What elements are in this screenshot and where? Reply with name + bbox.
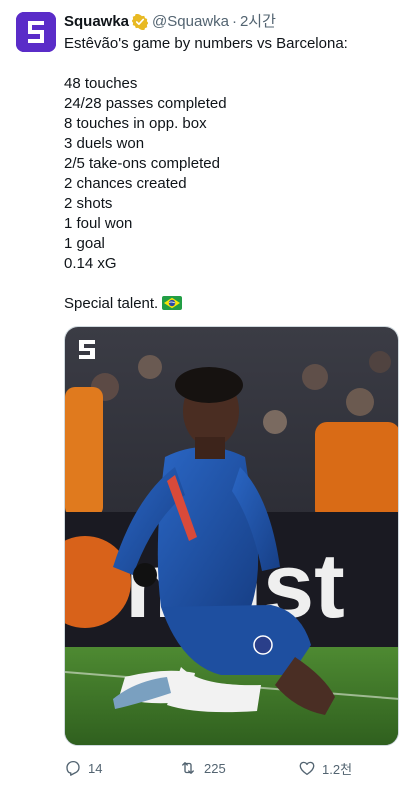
closing-text: Special talent. [64, 295, 159, 312]
tweet-line: 48 touches [64, 75, 138, 92]
separator: · [231, 13, 237, 30]
tweet-header: Squawka @Squawka · 2시간 [64, 12, 276, 32]
verified-badge-icon[interactable] [132, 14, 149, 30]
tweet-line: 2 chances created [64, 175, 187, 192]
avatar[interactable] [16, 12, 56, 52]
reply-button[interactable]: 14 [64, 758, 102, 778]
tweet[interactable]: Squawka @Squawka · 2시간 Estêvão's game by… [0, 0, 406, 790]
tweet-line: 3 duels won [64, 135, 145, 152]
repost-button[interactable]: 225 [178, 758, 226, 778]
tweet-line: 0.14 xG [64, 255, 117, 272]
action-bar: 14 225 1.2천 [64, 758, 394, 778]
like-button[interactable]: 1.2천 [298, 758, 352, 778]
repost-count: 225 [204, 760, 226, 776]
tweet-text: Estêvão's game by numbers vs Barcelona: … [64, 34, 394, 314]
squawka-logo-icon [16, 12, 56, 52]
player-celebration-photo: must [65, 327, 398, 745]
tweet-line: 24/28 passes completed [64, 95, 227, 112]
tweet-line: 1 foul won [64, 215, 133, 232]
tweet-media[interactable]: must [64, 326, 399, 746]
tweet-line: 1 goal [64, 235, 105, 252]
tweet-line: 2 shots [64, 195, 113, 212]
display-name[interactable]: Squawka [64, 12, 129, 32]
tweet-line: Estêvão's game by numbers vs Barcelona: [64, 35, 348, 52]
brazil-flag-icon [162, 296, 183, 316]
handle[interactable]: @Squawka [152, 12, 229, 32]
tweet-line-closing: Special talent. [64, 294, 394, 314]
reply-icon [66, 760, 80, 776]
timestamp[interactable]: 2시간 [240, 12, 276, 32]
like-count: 1.2천 [322, 761, 353, 777]
reply-count: 14 [88, 760, 103, 776]
heart-icon [299, 761, 315, 776]
repost-icon [182, 762, 194, 774]
tweet-line: 8 touches in opp. box [64, 115, 207, 132]
tweet-line: 2/5 take-ons completed [64, 155, 220, 172]
